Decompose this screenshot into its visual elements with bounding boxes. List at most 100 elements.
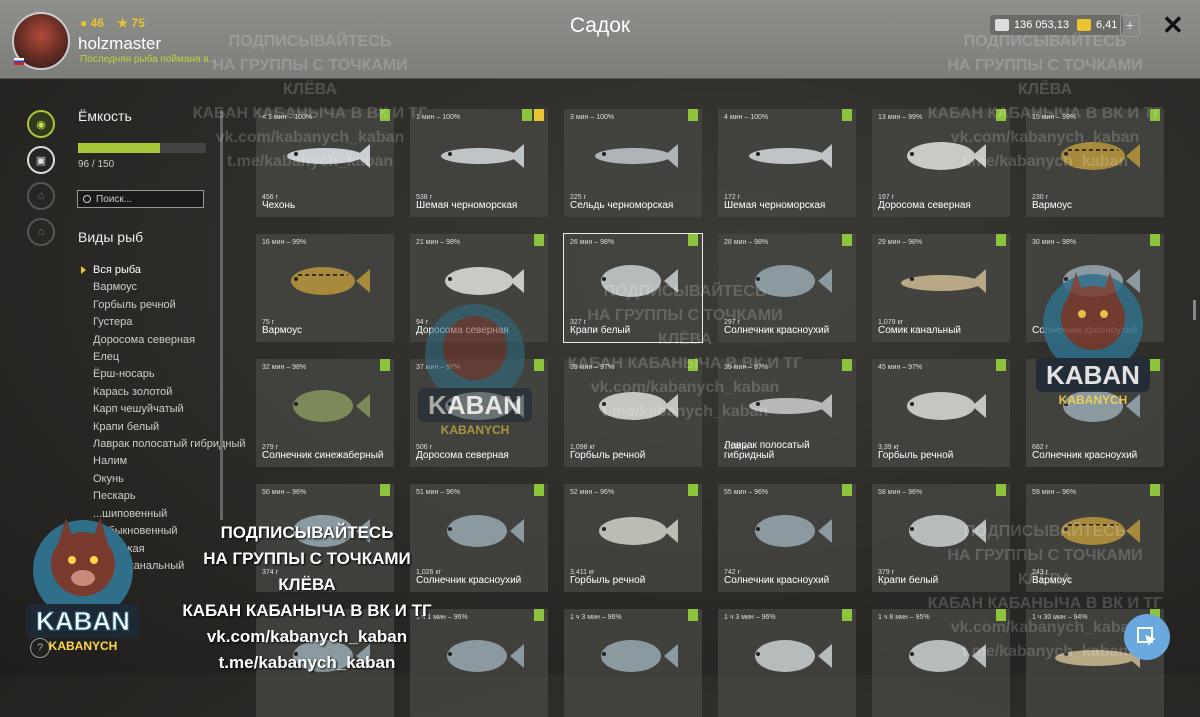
watermark-top-left: ПОДПИСЫВАЙТЕСЬ НА ГРУППЫ С ТОЧКАМИ КЛЁВА… [190,30,430,174]
bucket-tab-icon[interactable]: ▣ [27,146,55,174]
wm-line: КАБАН КАБАНЫЧА В ВК И ТГ [927,595,1163,612]
check-badge-icon [688,234,698,246]
fish-icon [293,390,370,422]
wm-line: vk.com/kabanych_kaban [590,379,780,396]
cursor-icon [1137,627,1156,646]
fish-name: Сомик канальный [878,325,961,336]
fish-name: Солнечник красноухий [724,575,830,586]
check-badge-icon [534,234,544,246]
flag-icon [14,58,24,65]
fish-card[interactable]: 1 мин – 100% 538 г Шемая черноморская [410,109,548,217]
catch-time: 28 мин – 98% [724,239,769,246]
catch-time: 21 мин – 98% [416,239,461,246]
fish-icon [441,144,524,168]
species-title: Виды рыб [78,229,144,245]
catch-time: 16 мин – 99% [262,239,307,246]
wm-line: КАБАН КАБАНЫЧА В ВК И ТГ [567,355,803,372]
catch-time: 50 мин – 96% [262,489,307,496]
check-badge-icon [996,484,1006,496]
fish-card[interactable]: 3 мин – 100% 225 г Сельдь черноморская [564,109,702,217]
fish-icon [447,640,524,672]
svg-text:KABANYCH: KABANYCH [49,639,118,653]
fish-name: Чехонь [262,200,296,211]
fish-card[interactable]: 16 мин – 99% 75 г Вармоус [256,234,394,342]
fish-name: Лаврак полосатый гибридный [724,440,810,461]
check-badge-icon [380,484,390,496]
fish-card[interactable]: 52 мин – 96% 3,411 кг Горбыль речной [564,484,702,592]
wm-line: ПОДПИСЫВАЙТЕСЬ [603,283,767,300]
check-badge-icon [842,609,852,621]
check-badge-icon [688,484,698,496]
fish-name: Вармоус [1032,200,1073,211]
check-badge-icon [688,109,698,121]
check-badge-icon [522,109,532,121]
catch-time: 1 ч 3 мин – 96% [570,614,622,621]
search-placeholder: Поиск... [96,194,133,205]
wm-line: НА ГРУППЫ С ТОЧКАМИ КЛЁВА [203,549,411,594]
svg-text:KABAN: KABAN [1046,360,1140,390]
fish-name: Солнечник красноухий [416,575,522,586]
search-input[interactable]: Поиск... [77,190,204,208]
fish-card[interactable]: 45 мин – 97% 3,39 кг Горбыль речной [872,359,1010,467]
catch-time: 13 мин – 99% [878,114,923,121]
svg-text:KABAN: KABAN [428,390,522,420]
fish-card[interactable]: 32 мин – 98% 279 г Солнечник синежаберный [256,359,394,467]
keepnet-tab-icon[interactable]: ◉ [27,110,55,138]
wm-line: КАБАН КАБАНЫЧА В ВК И ТГ [182,601,432,620]
catch-time: 29 мин – 98% [878,239,923,246]
capacity-count: 96 / 150 [78,159,115,170]
wm-line: ПОДПИСЫВАЙТЕСЬ [220,523,394,542]
fish-name: Солнечник синежаберный [262,450,384,461]
wm-line: НА ГРУППЫ С ТОЧКАМИ КЛЁВА [587,307,783,348]
fish-card[interactable]: 29 мин – 98% 1,079 кг Сомик канальный [872,234,1010,342]
close-button[interactable]: ✕ [1162,10,1184,41]
fish-name: Шемая черноморская [724,200,826,211]
catch-time: 51 мин – 96% [416,489,461,496]
check-badge-icon [688,609,698,621]
fish-name: Сельдь черноморская [570,200,674,211]
catch-time: 1 ч 8 мин – 95% [878,614,930,621]
capacity-bar [78,143,206,153]
wm-line: КАБАН КАБАНЫЧА В ВК И ТГ [927,105,1163,122]
kaban-logo-2: KABAN KABANYCH [1036,272,1150,407]
fish-name: Доросома северная [878,200,971,211]
check-badge-icon [842,359,852,371]
catch-time: 58 мин – 96% [878,489,923,496]
locked-tab-icon-2[interactable]: ⌂ [27,218,55,246]
catch-time: 4 мин – 100% [724,114,769,121]
kaban-logo-3: KABAN KABANYCH [418,304,532,437]
fish-card[interactable]: 1 ч 3 мин – 96% [564,609,702,717]
kaban-logo: KABAN KABANYCH [26,518,140,653]
svg-text:KABANYCH: KABANYCH [1059,393,1128,407]
catch-time: 59 мин – 96% [1032,489,1077,496]
check-badge-icon [1150,484,1160,496]
fish-name: Горбыль речной [570,575,646,586]
capacity-label: Ёмкость [78,108,132,124]
fish-icon [595,144,678,168]
watermark-center: ПОДПИСЫВАЙТЕСЬ НА ГРУППЫ С ТОЧКАМИ КЛЁВА… [560,280,810,424]
capacity-fill [78,143,160,153]
watermark-bright: ПОДПИСЫВАЙТЕСЬ НА ГРУППЫ С ТОЧКАМИ КЛЁВА… [182,520,432,676]
fish-icon [755,640,832,672]
wm-line: vk.com/kabanych_kaban [215,129,405,146]
grid-scrollbar[interactable] [1193,300,1196,320]
wm-line: НА ГРУППЫ С ТОЧКАМИ КЛЁВА [947,57,1143,98]
check-badge-icon [842,484,852,496]
wm-line: vk.com/kabanych_kaban [950,129,1140,146]
fish-card[interactable]: 4 мин – 100% 172 г Шемая черноморская [718,109,856,217]
locked-tab-icon[interactable]: ⌂ [27,182,55,210]
fish-icon [901,269,986,293]
fish-card[interactable]: 1 ч 3 мин – 96% [718,609,856,717]
catch-time: 52 мин – 96% [570,489,615,496]
wm-line: ПОДПИСЫВАЙТЕСЬ [228,33,392,50]
selected-arrow-icon [81,266,86,274]
fish-icon [447,515,524,547]
wm-line: t.me/kabanych_kaban [601,403,769,420]
fish-icon [749,144,832,168]
catch-time: 55 мин – 96% [724,489,769,496]
watermark-top-right: ПОДПИСЫВАЙТЕСЬ НА ГРУППЫ С ТОЧКАМИ КЛЁВА… [925,30,1165,174]
fish-name: Солнечник красноухий [1032,450,1138,461]
fab-cursor-button[interactable] [1124,614,1170,660]
fish-card[interactable]: 55 мин – 96% 742 г Солнечник красноухий [718,484,856,592]
wm-line: vk.com/kabanych_kaban [206,627,408,646]
